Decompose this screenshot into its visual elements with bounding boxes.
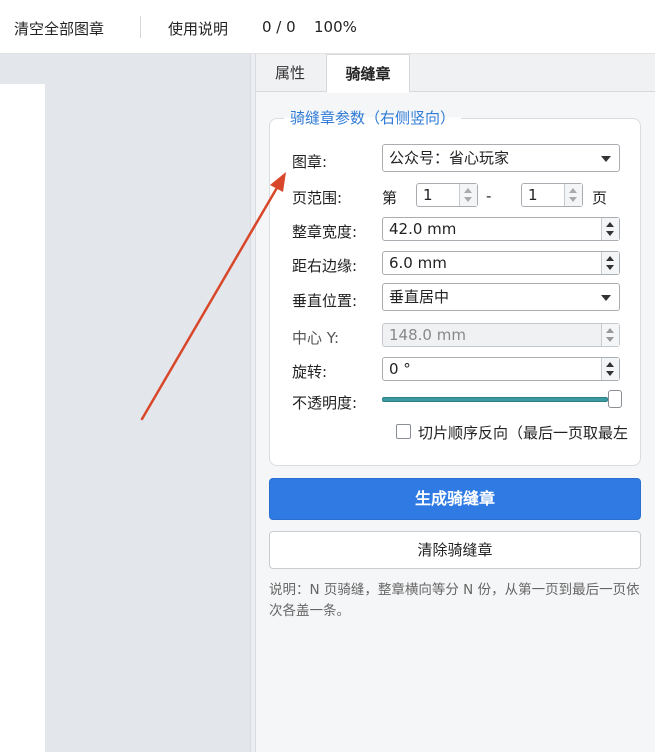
panel-tabbar: 属性 骑缝章 <box>256 54 655 93</box>
spin-up-icon[interactable] <box>464 188 472 193</box>
reverse-order-checkbox[interactable] <box>396 424 411 439</box>
page-range-label: 页范围: <box>292 189 343 207</box>
center-y-label: 中心 Y: <box>292 329 339 347</box>
spin-buttons[interactable] <box>601 218 619 240</box>
rotation-spinbox[interactable]: 0 ° <box>382 357 620 381</box>
chevron-down-icon <box>601 295 611 301</box>
stamp-select[interactable]: 公众号：省心玩家 <box>382 144 620 172</box>
seam-stamp-params-group: 骑缝章参数（右侧竖向） 图章: 公众号：省心玩家 页范围: 第 1 - 1 页 … <box>269 107 641 466</box>
spin-down-icon <box>606 337 614 342</box>
opacity-slider-handle[interactable] <box>608 390 622 408</box>
page-counter: 0 / 0 <box>262 18 296 36</box>
right-margin-label: 距右边缘: <box>292 257 358 275</box>
zoom-level: 100% <box>314 18 357 36</box>
spin-buttons[interactable] <box>564 184 582 206</box>
generate-seam-stamp-button[interactable]: 生成骑缝章 <box>269 478 641 520</box>
page-from-spinbox[interactable]: 1 <box>416 183 478 207</box>
spin-down-icon[interactable] <box>606 265 614 270</box>
spin-buttons[interactable] <box>601 252 619 274</box>
spin-up-icon[interactable] <box>606 256 614 261</box>
reverse-order-label[interactable]: 切片顺序反向（最后一页取最左 <box>418 422 632 443</box>
opacity-label: 不透明度: <box>292 394 358 412</box>
spin-down-icon[interactable] <box>606 371 614 376</box>
page-to-spinbox[interactable]: 1 <box>521 183 583 207</box>
page-to-value: 1 <box>528 186 538 204</box>
tab-seam-stamp[interactable]: 骑缝章 <box>326 54 410 93</box>
stamp-select-value: 公众号：省心玩家 <box>389 149 510 167</box>
spin-buttons[interactable] <box>601 358 619 380</box>
stamp-width-label: 整章宽度: <box>292 223 358 241</box>
clear-all-stamps-button[interactable]: 清空全部图章 <box>14 18 104 39</box>
page-from-value: 1 <box>423 186 433 204</box>
vertical-position-label: 垂直位置: <box>292 292 358 310</box>
document-page <box>0 84 45 752</box>
clear-seam-stamp-button[interactable]: 清除骑缝章 <box>269 531 641 569</box>
spin-up-icon[interactable] <box>606 362 614 367</box>
right-margin-value: 6.0 mm <box>389 254 447 272</box>
stamp-label: 图章: <box>292 153 328 171</box>
spin-up-icon[interactable] <box>606 222 614 227</box>
settings-panel: 属性 骑缝章 骑缝章参数（右侧竖向） 图章: 公众号：省心玩家 页范围: 第 1… <box>256 54 655 752</box>
help-note: 说明：N 页骑缝，整章横向等分 N 份，从第一页到最后一页依次各盖一条。 <box>269 582 640 619</box>
spin-down-icon[interactable] <box>606 231 614 236</box>
spin-up-icon[interactable] <box>569 188 577 193</box>
page-range-dash: - <box>486 187 492 205</box>
vertical-position-select[interactable]: 垂直居中 <box>382 283 620 311</box>
spin-up-icon <box>606 328 614 333</box>
opacity-slider-track[interactable] <box>382 397 608 402</box>
tab-properties[interactable]: 属性 <box>256 54 324 92</box>
page-range-suffix: 页 <box>592 189 608 207</box>
chevron-down-icon <box>601 156 611 162</box>
page-range-prefix: 第 <box>382 189 398 207</box>
spin-down-icon[interactable] <box>569 197 577 202</box>
stamp-width-spinbox[interactable]: 42.0 mm <box>382 217 620 241</box>
spin-down-icon[interactable] <box>464 197 472 202</box>
toolbar-divider <box>140 16 141 38</box>
center-y-value: 148.0 mm <box>389 326 466 344</box>
vertical-position-value: 垂直居中 <box>389 288 450 306</box>
spin-buttons <box>601 324 619 346</box>
stamp-width-value: 42.0 mm <box>389 220 457 238</box>
center-y-spinbox: 148.0 mm <box>382 323 620 347</box>
group-title: 骑缝章参数（右侧竖向） <box>284 107 462 128</box>
rotation-value: 0 ° <box>389 360 411 378</box>
document-preview-area[interactable] <box>0 54 250 752</box>
rotation-label: 旋转: <box>292 363 328 381</box>
right-margin-spinbox[interactable]: 6.0 mm <box>382 251 620 275</box>
top-toolbar: 清空全部图章 使用说明 0 / 0 100% <box>0 0 655 54</box>
help-button[interactable]: 使用说明 <box>168 18 228 39</box>
spin-buttons[interactable] <box>459 184 477 206</box>
